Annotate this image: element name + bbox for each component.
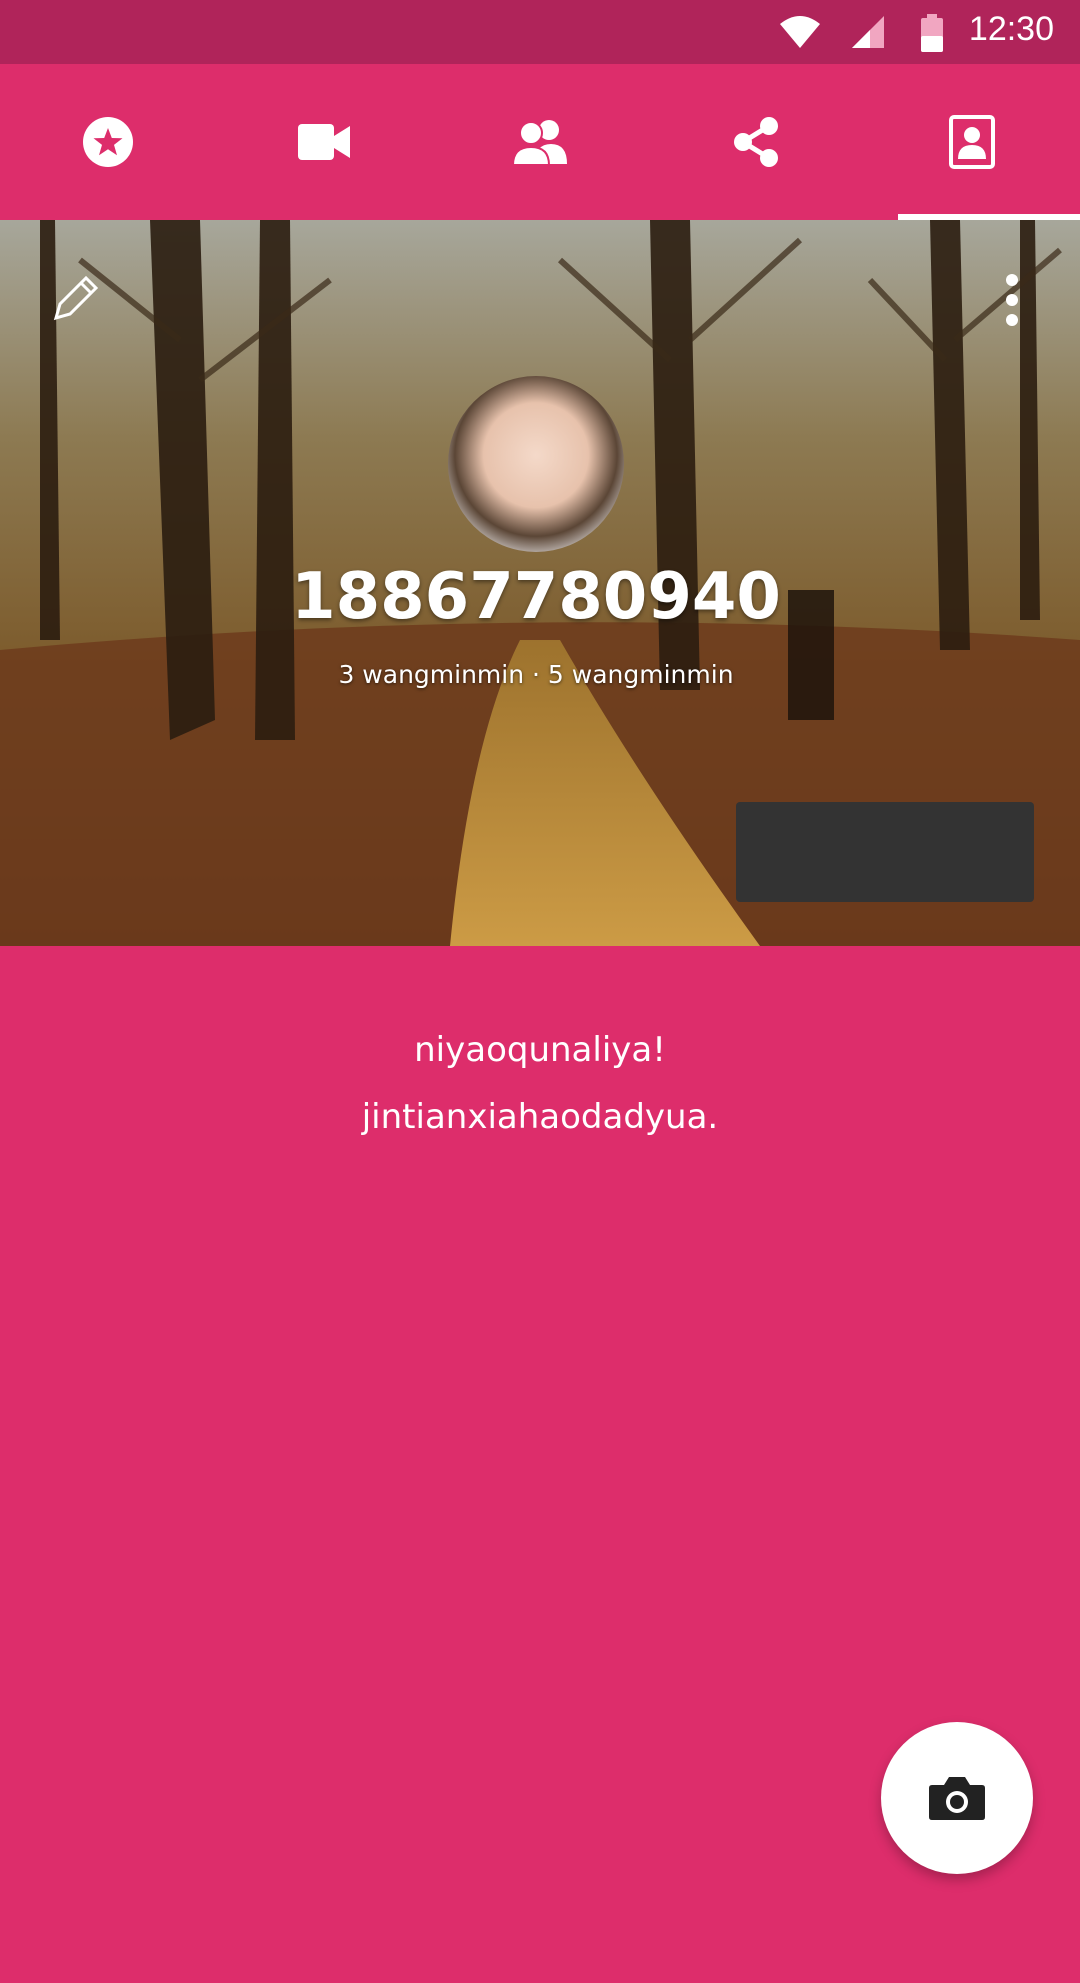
status-bar: 12:30	[0, 0, 1080, 64]
tab-contact[interactable]	[864, 64, 1080, 220]
contact-subtitle: 3 wangminmin · 5 wangminmin	[338, 660, 734, 689]
tab-video[interactable]	[216, 64, 432, 220]
tab-share[interactable]	[648, 64, 864, 220]
video-camera-icon	[298, 124, 350, 160]
tab-favorites[interactable]	[0, 64, 216, 220]
contact-card-icon	[949, 115, 995, 169]
wifi-icon	[780, 16, 820, 48]
cell-signal-icon	[852, 16, 884, 48]
phone-number: 18867780940	[291, 560, 781, 634]
status-message-line-1: niyaoqunaliya!	[414, 1030, 666, 1070]
status-time: 12:30	[968, 10, 1054, 48]
more-vertical-icon[interactable]	[992, 270, 1032, 330]
avatar[interactable]	[448, 376, 624, 552]
tab-groups[interactable]	[432, 64, 648, 220]
camera-button[interactable]	[881, 1722, 1033, 1874]
share-icon	[734, 117, 778, 167]
pencil-icon[interactable]	[48, 270, 104, 326]
battery-icon	[921, 14, 943, 52]
tab-bar	[0, 64, 1080, 220]
group-icon	[511, 120, 567, 166]
camera-icon	[929, 1777, 985, 1820]
star-circle-icon	[83, 117, 133, 167]
status-message-line-2: jintianxiahaodadyua.	[361, 1097, 719, 1137]
overlay-panel	[736, 802, 1034, 902]
profile-header: 18867780940 3 wangminmin · 5 wangminmin	[0, 220, 1080, 946]
